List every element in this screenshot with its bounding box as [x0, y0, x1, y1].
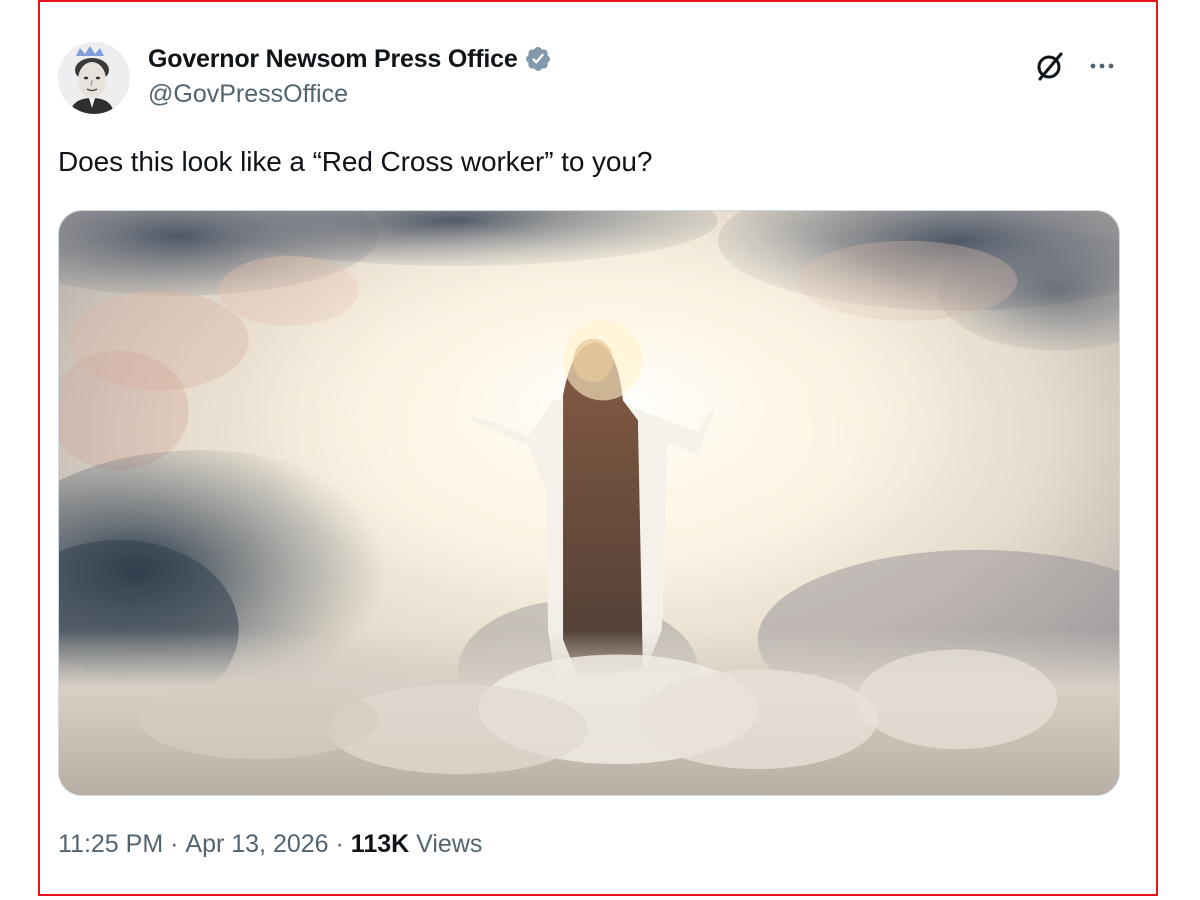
meta-separator: ·	[335, 830, 344, 858]
tweet-text: Does this look like a “Red Cross worker”…	[58, 146, 653, 177]
verified-badge-icon[interactable]	[524, 45, 552, 73]
views-count[interactable]: 113K	[351, 830, 409, 859]
views-label: Views	[416, 830, 483, 858]
tweet-timestamp-time[interactable]: 11:25 PM	[58, 830, 163, 859]
author-display-name[interactable]: Governor Newsom Press Office	[148, 45, 518, 74]
grok-icon[interactable]	[1032, 48, 1068, 84]
author-handle[interactable]: @GovPressOffice	[148, 80, 552, 109]
tweet-timestamp-date[interactable]: Apr 13, 2026	[185, 830, 328, 859]
tweet-header: Governor Newsom Press Office @GovPressOf…	[58, 40, 1118, 116]
author-info: Governor Newsom Press Office @GovPressOf…	[148, 44, 552, 109]
tweet-meta: 11:25 PM · Apr 13, 2026 · 113K Views	[58, 830, 482, 859]
author-avatar[interactable]	[58, 42, 130, 114]
tweet-card: Governor Newsom Press Office @GovPressOf…	[38, 0, 1158, 896]
more-options-icon[interactable]	[1086, 50, 1118, 82]
meta-separator: ·	[170, 830, 179, 858]
tweet-actions	[1032, 48, 1118, 84]
tweet-media-image[interactable]	[58, 210, 1120, 796]
